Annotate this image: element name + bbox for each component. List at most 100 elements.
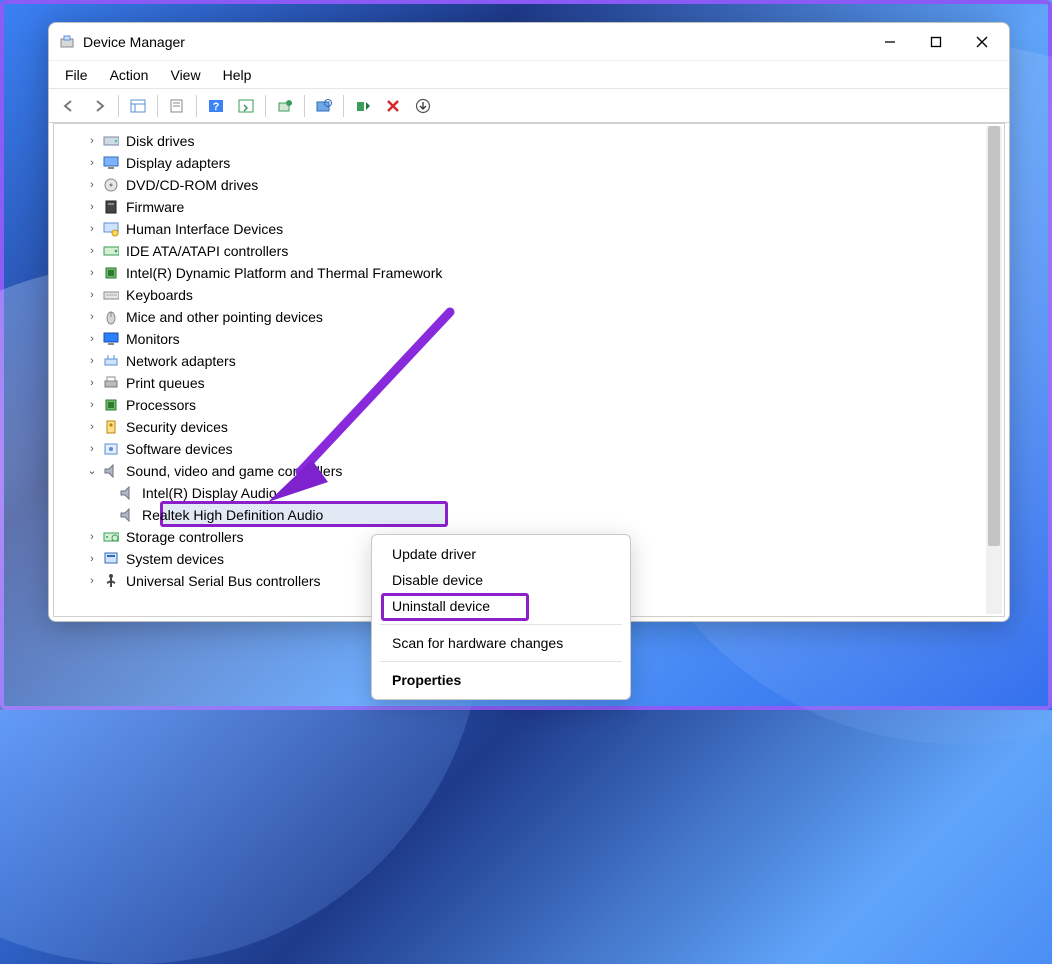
vertical-scrollbar[interactable]: [986, 126, 1002, 614]
tree-item[interactable]: › Mice and other pointing devices: [82, 306, 994, 328]
menu-help[interactable]: Help: [213, 65, 262, 85]
chevron-right-icon[interactable]: ›: [86, 218, 98, 240]
monitor-icon: [102, 331, 120, 347]
disk-icon: [102, 133, 120, 149]
chevron-right-icon[interactable]: ›: [86, 130, 98, 152]
action-button[interactable]: [232, 93, 260, 119]
chevron-right-icon[interactable]: ›: [86, 548, 98, 570]
storage-icon: [102, 529, 120, 545]
tree-item[interactable]: › Disk drives: [82, 130, 994, 152]
chevron-right-icon[interactable]: ›: [86, 416, 98, 438]
scroll-thumb[interactable]: [988, 126, 1000, 546]
tree-item-label: Human Interface Devices: [126, 218, 283, 240]
add-hardware-button[interactable]: [409, 93, 437, 119]
menu-action[interactable]: Action: [100, 65, 159, 85]
hid-icon: [102, 221, 120, 237]
tree-item[interactable]: ›DVD/CD-ROM drives: [82, 174, 994, 196]
ctx-scan-hardware[interactable]: Scan for hardware changes: [372, 630, 630, 656]
uninstall-device-button[interactable]: [379, 93, 407, 119]
ctx-uninstall-device[interactable]: Uninstall device: [372, 593, 630, 619]
properties-button[interactable]: [163, 93, 191, 119]
back-button[interactable]: [55, 93, 83, 119]
minimize-button[interactable]: [867, 26, 913, 58]
scan-hardware-button[interactable]: [310, 93, 338, 119]
chevron-right-icon[interactable]: ›: [86, 284, 98, 306]
tree-item-label: Storage controllers: [126, 526, 244, 548]
chevron-right-icon[interactable]: ›: [86, 174, 98, 196]
tree-item[interactable]: › Network adapters: [82, 350, 994, 372]
tree-item-label: Realtek High Definition Audio: [142, 504, 323, 526]
tree-item[interactable]: ›Display adapters: [82, 152, 994, 174]
tree-item-label: Mice and other pointing devices: [126, 306, 323, 328]
tree-item[interactable]: › Software devices: [82, 438, 994, 460]
tree-item-label: Sound, video and game controllers: [126, 460, 342, 482]
tree-item[interactable]: › Human Interface Devices: [82, 218, 994, 240]
window-title: Device Manager: [83, 34, 185, 50]
tree-item-label: Keyboards: [126, 284, 193, 306]
tree-child-item[interactable]: Realtek High Definition Audio: [114, 504, 994, 526]
tree-item[interactable]: › Print queues: [82, 372, 994, 394]
tree-item[interactable]: ›Intel(R) Dynamic Platform and Thermal F…: [82, 262, 994, 284]
titlebar: Device Manager: [49, 23, 1009, 61]
ctx-separator: [380, 624, 622, 625]
sound-icon: [118, 507, 136, 523]
tree-item-label: Disk drives: [126, 130, 194, 152]
printer-icon: [102, 375, 120, 391]
chevron-right-icon[interactable]: ›: [86, 328, 98, 350]
svg-text:?: ?: [213, 101, 220, 113]
ctx-disable-device[interactable]: Disable device: [372, 567, 630, 593]
show-hide-tree-button[interactable]: [124, 93, 152, 119]
enable-device-button[interactable]: [349, 93, 377, 119]
tree-item[interactable]: › Keyboards: [82, 284, 994, 306]
chevron-right-icon[interactable]: ›: [86, 306, 98, 328]
tree-item-label: IDE ATA/ATAPI controllers: [126, 240, 288, 262]
tree-item-label: Print queues: [126, 372, 205, 394]
chevron-right-icon[interactable]: ›: [86, 372, 98, 394]
tree-item[interactable]: › Security devices: [82, 416, 994, 438]
tree-item-label: Monitors: [126, 328, 180, 350]
tree-item-label: Firmware: [126, 196, 184, 218]
forward-button[interactable]: [85, 93, 113, 119]
cdrom-icon: [102, 177, 120, 193]
close-button[interactable]: [959, 26, 1005, 58]
tree-item[interactable]: ⌄ Sound, video and game controllers: [82, 460, 994, 482]
keyboard-icon: [102, 287, 120, 303]
security-icon: [102, 419, 120, 435]
tree-item[interactable]: › Monitors: [82, 328, 994, 350]
toolbar: ?: [49, 89, 1009, 123]
chevron-right-icon[interactable]: ›: [86, 262, 98, 284]
help-button[interactable]: ?: [202, 93, 230, 119]
mouse-icon: [102, 309, 120, 325]
chevron-right-icon[interactable]: ›: [86, 570, 98, 592]
ide-icon: [102, 243, 120, 259]
chevron-right-icon[interactable]: ›: [86, 438, 98, 460]
tree-item[interactable]: › Processors: [82, 394, 994, 416]
tree-item-label: Universal Serial Bus controllers: [126, 570, 321, 592]
ctx-properties[interactable]: Properties: [372, 667, 630, 693]
tree-item-label: System devices: [126, 548, 224, 570]
chevron-right-icon[interactable]: ›: [86, 152, 98, 174]
sound-icon: [118, 485, 136, 501]
chevron-right-icon[interactable]: ›: [86, 526, 98, 548]
ctx-update-driver[interactable]: Update driver: [372, 541, 630, 567]
tree-item[interactable]: › Firmware: [82, 196, 994, 218]
chevron-right-icon[interactable]: ›: [86, 196, 98, 218]
tree-item-label: Security devices: [126, 416, 228, 438]
tree-item-label: Software devices: [126, 438, 233, 460]
processor-icon: [102, 397, 120, 413]
context-menu: Update driver Disable device Uninstall d…: [371, 534, 631, 700]
chevron-right-icon[interactable]: ›: [86, 350, 98, 372]
tree-item-label: Network adapters: [126, 350, 236, 372]
menu-file[interactable]: File: [55, 65, 98, 85]
chevron-right-icon[interactable]: ›: [86, 240, 98, 262]
display-icon: [102, 155, 120, 171]
update-driver-button[interactable]: [271, 93, 299, 119]
chevron-down-icon[interactable]: ⌄: [86, 460, 98, 482]
maximize-button[interactable]: [913, 26, 959, 58]
menu-view[interactable]: View: [160, 65, 210, 85]
device-tree[interactable]: › Disk drives›Display adapters›DVD/CD-ROM…: [54, 124, 1004, 598]
firmware-icon: [102, 199, 120, 215]
tree-item[interactable]: › IDE ATA/ATAPI controllers: [82, 240, 994, 262]
chevron-right-icon[interactable]: ›: [86, 394, 98, 416]
tree-item-label: Processors: [126, 394, 196, 416]
